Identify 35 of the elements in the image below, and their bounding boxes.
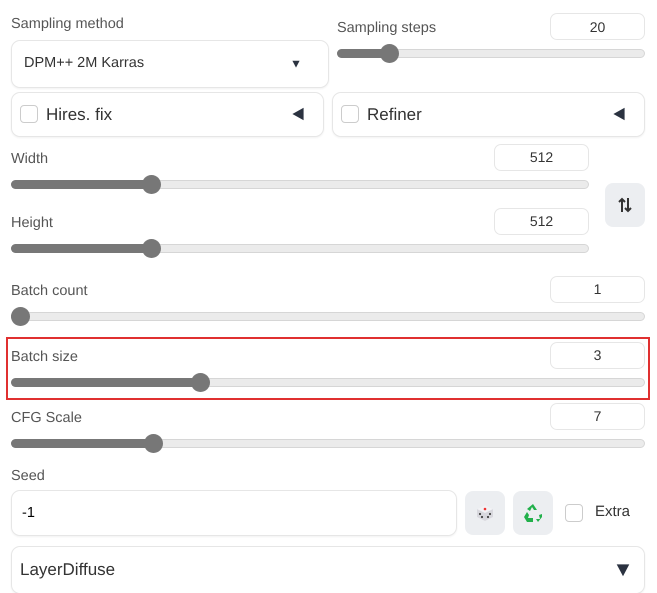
swap-button[interactable] xyxy=(605,182,645,227)
number-field[interactable]: 7 xyxy=(550,402,645,430)
slider[interactable] xyxy=(11,434,645,453)
slider[interactable] xyxy=(11,238,589,258)
number-field[interactable]: 20 xyxy=(550,13,645,40)
caret-icon xyxy=(292,60,300,68)
recycle-icon xyxy=(523,502,543,522)
number-field[interactable]: 1 xyxy=(550,276,645,303)
accordion-header[interactable]: Hires. fix xyxy=(11,92,324,137)
accordion-header[interactable]: LayerDiffuse xyxy=(11,546,645,593)
slider-label: CFG Scale xyxy=(11,409,82,428)
dropdown[interactable]: DPM++ 2M Karras xyxy=(11,40,329,88)
slider-label: Width xyxy=(11,150,48,169)
seed-label: Seed xyxy=(11,466,46,486)
number-field[interactable]: 3 xyxy=(550,342,645,369)
number-field[interactable]: 512 xyxy=(494,144,589,171)
slider[interactable] xyxy=(11,174,589,194)
slider[interactable] xyxy=(11,372,645,392)
checkbox[interactable] xyxy=(341,105,359,124)
slider[interactable] xyxy=(336,44,645,63)
checkbox[interactable] xyxy=(20,105,38,124)
reuse-button[interactable] xyxy=(513,490,553,534)
slider-label: Batch count xyxy=(11,282,88,301)
slider[interactable] xyxy=(11,306,645,326)
slider-label: Height xyxy=(11,214,53,233)
number-field[interactable]: 512 xyxy=(494,208,589,235)
slider-label: Sampling steps xyxy=(336,19,436,38)
seed-field[interactable]: -1 xyxy=(11,490,457,536)
checkbox-label: Extra xyxy=(595,502,630,522)
dropdown-label: Sampling method xyxy=(11,15,125,34)
slider-label: Batch size xyxy=(11,348,78,367)
swap-icon xyxy=(618,196,632,213)
accordion-header[interactable]: Refiner xyxy=(332,92,645,137)
checkbox[interactable] xyxy=(565,504,583,522)
dice-icon xyxy=(476,504,494,522)
